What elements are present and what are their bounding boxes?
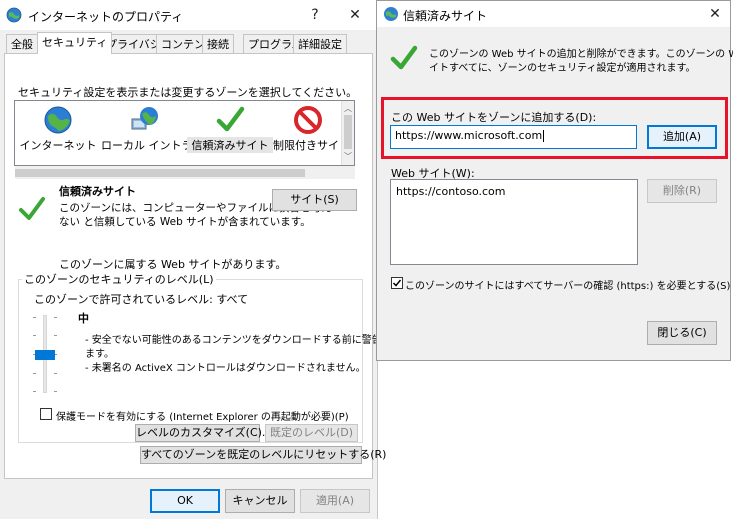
zone-local-intranet[interactable]: ローカル イントラネット	[101, 105, 226, 153]
remove-button[interactable]: 削除(R)	[647, 179, 717, 203]
text-caret	[543, 130, 545, 142]
ie-globe-icon	[383, 6, 399, 25]
zone-label-internet: インターネット	[19, 139, 97, 152]
slider-tick	[54, 317, 57, 318]
intranet-icon	[101, 105, 187, 135]
zone-list-vscrollbar[interactable]: ︿ ﹀	[341, 101, 354, 165]
security-level-group-title: このゾーンのセキュリティのレベル(L)	[22, 271, 216, 287]
help-button[interactable]: ?	[305, 5, 325, 25]
zone-info-description-2: ない と信頼している Web サイトが含まれています。	[59, 216, 311, 228]
slider-tick	[54, 373, 57, 374]
slider-tick	[33, 373, 36, 374]
trusted-sites-dialog: 信頼済みサイト ✕ このゾーンの Web サイトの追加と削除ができます。このゾー…	[376, 0, 733, 361]
trusted-sites-title: 信頼済みサイト	[403, 9, 488, 23]
checkbox-check-icon	[392, 279, 402, 287]
zone-label-local-intranet: ローカル イントラネット	[101, 139, 226, 152]
scroll-up-icon[interactable]: ︿	[344, 103, 352, 114]
title-bar: インターネットのプロパティ ? ✕	[0, 0, 378, 30]
slider-tick	[33, 317, 36, 318]
level-bullet-1-line-1: - 安全でない可能性のあるコンテンツをダウンロードする前に警告し	[85, 335, 392, 346]
tab-general[interactable]: 全般	[6, 34, 38, 54]
zone-restricted-sites[interactable]: 制限付きサイト	[273, 105, 343, 153]
require-https-checkbox[interactable]	[391, 277, 403, 289]
dialog-title: インターネットのプロパティ	[28, 10, 184, 24]
apply-button[interactable]: 適用(A)	[300, 489, 370, 513]
slider-tick	[54, 335, 57, 336]
custom-level-button[interactable]: レベルのカスタマイズ(C)...	[135, 424, 272, 442]
allowed-levels-text: このゾーンで許可されているレベル: すべて	[34, 293, 249, 306]
slider-tick	[33, 391, 36, 392]
zone-prompt: セキュリティ設定を表示または変更するゾーンを選択してください。	[18, 86, 358, 99]
close-button[interactable]: ✕	[345, 5, 365, 25]
zone-list-hscrollbar[interactable]	[15, 166, 355, 179]
level-name: 中	[78, 312, 89, 325]
vscroll-thumb[interactable]	[344, 115, 352, 149]
level-bullet-2: - 未署名の ActiveX コントロールはダウンロードされません。	[85, 363, 366, 374]
info-text-line-2: イトすべてに、ゾーンのセキュリティ設定が適用されます。	[429, 63, 696, 74]
ie-globe-icon	[6, 7, 22, 26]
ok-button[interactable]: OK	[150, 489, 220, 513]
slider-tick	[33, 335, 36, 336]
info-text-line-1: このゾーンの Web サイトの追加と削除ができます。このゾーンの Web サ	[429, 49, 733, 60]
sites-button[interactable]: サイト(S)	[272, 189, 357, 211]
hscroll-thumb[interactable]	[15, 169, 305, 177]
globe-icon	[15, 105, 101, 135]
zone-trusted-sites[interactable]: 信頼済みサイト	[187, 105, 273, 153]
add-site-input[interactable]: https://www.microsoft.com	[390, 125, 637, 149]
scroll-down-icon[interactable]: ﹀	[344, 151, 352, 162]
require-https-label[interactable]: このゾーンのサイトにはすべてサーバーの確認 (https:) を必要とする(S)	[405, 277, 730, 292]
restricted-icon	[273, 105, 343, 135]
zone-has-sites-text: このゾーンに属する Web サイトがあります。	[59, 258, 287, 271]
slider-thumb[interactable]	[35, 350, 55, 360]
close-dialog-button[interactable]: 閉じる(C)	[647, 321, 717, 345]
default-level-button[interactable]: 既定のレベル(D)	[265, 424, 358, 442]
trusted-zone-checkmark-icon	[18, 196, 46, 225]
add-site-label: この Web サイトをゾーンに追加する(D):	[391, 111, 597, 124]
zone-list[interactable]: インターネット ローカル イントラネット 信頼済みサイト 制限付きサイト ︿ ﹀	[14, 100, 355, 166]
checkmark-icon	[389, 43, 419, 76]
website-list-item[interactable]: https://contoso.com	[396, 185, 632, 198]
tab-connections[interactable]: 接続	[202, 34, 234, 54]
cancel-button[interactable]: キャンセル	[225, 489, 295, 513]
zone-label-restricted-sites: 制限付きサイト	[273, 139, 343, 152]
checkmark-icon	[187, 105, 273, 135]
protected-mode-label[interactable]: 保護モードを有効にする (Internet Explorer の再起動が必要)(…	[56, 408, 349, 423]
zone-internet[interactable]: インターネット	[15, 105, 101, 153]
tab-advanced[interactable]: 詳細設定	[293, 34, 347, 54]
add-button[interactable]: 追加(A)	[647, 125, 717, 149]
protected-mode-checkbox[interactable]	[40, 408, 52, 420]
slider-tick	[54, 391, 57, 392]
tab-security[interactable]: セキュリティ	[37, 32, 113, 54]
trusted-sites-body: このゾーンの Web サイトの追加と削除ができます。このゾーンの Web サ イ…	[377, 27, 733, 360]
websites-listbox[interactable]: https://contoso.com	[390, 179, 638, 265]
add-site-input-value: https://www.microsoft.com	[395, 129, 543, 142]
zone-info-title: 信頼済みサイト	[59, 185, 136, 198]
reset-all-zones-button[interactable]: すべてのゾーンを既定のレベルにリセットする(R)	[140, 446, 386, 464]
trusted-sites-title-bar: 信頼済みサイト ✕	[377, 1, 730, 27]
zone-label-trusted-sites: 信頼済みサイト	[187, 137, 273, 153]
level-bullet-1-line-2: ます。	[85, 349, 114, 360]
security-level-slider[interactable]	[33, 313, 57, 395]
close-button[interactable]: ✕	[705, 4, 725, 24]
internet-options-dialog: インターネットのプロパティ ? ✕ 全般 セキュリティ プライバシー コンテンツ…	[0, 0, 392, 519]
